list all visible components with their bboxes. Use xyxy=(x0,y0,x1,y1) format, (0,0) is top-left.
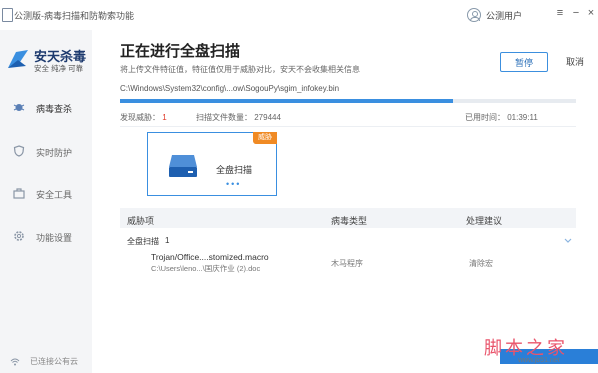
wifi-icon xyxy=(10,358,20,365)
group-count: 1 xyxy=(165,236,170,245)
files-scanned: 扫描文件数量： 279444 xyxy=(196,112,281,123)
close-icon[interactable]: × xyxy=(584,6,598,20)
cancel-button[interactable]: 取消 xyxy=(560,52,590,72)
page-title: 正在进行全盘扫描 xyxy=(120,43,241,60)
column-header-virus-type: 病毒类型 xyxy=(331,216,368,226)
sidebar-item-settings[interactable]: 功能设置 xyxy=(0,225,92,249)
user-account[interactable]: 公测用户 xyxy=(467,6,522,24)
group-label: 全盘扫描 xyxy=(127,237,159,246)
column-header-action: 处理建议 xyxy=(466,216,503,226)
threat-table-header: 威胁项 病毒类型 处理建议 xyxy=(120,208,576,228)
sidebar-item-security-tools[interactable]: 安全工具 xyxy=(0,182,92,206)
scan-progress-fill xyxy=(120,99,453,103)
divider xyxy=(120,126,576,127)
brand-logo: 安天杀毒 安全 纯净 可靠 xyxy=(6,44,92,80)
logo-icon xyxy=(8,50,28,68)
sidebar-item-label: 功能设置 xyxy=(36,233,73,243)
chevron-down-icon[interactable] xyxy=(564,238,572,244)
cloud-status-text: 已连接公有云 xyxy=(30,357,78,366)
bug-icon xyxy=(13,104,25,111)
toolbox-icon xyxy=(13,188,25,199)
files-label: 扫描文件数量： xyxy=(196,113,252,122)
user-label: 公测用户 xyxy=(486,10,523,21)
hard-disk-icon xyxy=(169,155,197,177)
elapsed-label: 已用时间： xyxy=(465,113,505,122)
gear-icon xyxy=(14,231,24,241)
scan-notice: 将上传文件特征值，特征值仅用于威胁对比，安天不会收集相关信息 xyxy=(120,65,360,74)
threat-file-path: C:\Users\leno...\国庆作业 (2).doc xyxy=(151,264,261,273)
menu-icon[interactable]: ≡ xyxy=(553,6,567,20)
threats-count: 1 xyxy=(162,113,167,122)
current-file-path: C:\Windows\System32\config\...ow\SogouPy… xyxy=(120,84,340,93)
full-scan-card[interactable]: 威胁 全盘扫描 ••• xyxy=(147,132,277,196)
sidebar-item-realtime-protection[interactable]: 实时防护 xyxy=(0,140,92,164)
threats-label: 发现威胁： xyxy=(120,113,160,122)
scan-progress-bar xyxy=(120,99,576,103)
title-bar: 公测版-病毒扫描和防勒索功能 公测用户 ≡ − × xyxy=(0,0,598,30)
scanning-indicator: ••• xyxy=(226,179,242,189)
table-row[interactable]: Trojan/Office....stomized.macro C:\Users… xyxy=(120,252,576,278)
minimize-icon[interactable]: − xyxy=(569,6,583,20)
sidebar: 安天杀毒 安全 纯净 可靠 病毒查杀 实时防护 安全工具 功能设置 xyxy=(0,30,92,373)
user-icon xyxy=(467,8,481,22)
threat-type: 木马程序 xyxy=(331,259,363,268)
elapsed-value: 01:39:11 xyxy=(507,113,538,122)
window-title: 公测版-病毒扫描和防勒索功能 xyxy=(14,11,134,21)
threats-found: 发现威胁： 1 xyxy=(120,112,167,123)
main-panel: 正在进行全盘扫描 将上传文件特征值，特征值仅用于威胁对比，安天不会收集相关信息 … xyxy=(92,30,598,373)
threat-name: Trojan/Office....stomized.macro xyxy=(151,252,269,262)
sidebar-item-label: 病毒查杀 xyxy=(36,104,73,114)
threat-badge: 威胁 xyxy=(253,132,277,144)
pause-button[interactable]: 暂停 xyxy=(500,52,548,72)
app-icon xyxy=(2,8,13,22)
threat-action: 清除宏 xyxy=(469,259,493,268)
sidebar-item-virus-scan[interactable]: 病毒查杀 xyxy=(0,96,92,120)
column-header-threat: 威胁项 xyxy=(127,216,155,226)
cloud-status: 已连接公有云 xyxy=(10,356,78,367)
threat-group-row[interactable]: 全盘扫描 1 xyxy=(120,236,576,252)
full-scan-label: 全盘扫描 xyxy=(216,165,253,175)
sidebar-item-label: 实时防护 xyxy=(36,148,73,158)
elapsed-time: 已用时间： 01:39:11 xyxy=(465,112,538,123)
sidebar-item-label: 安全工具 xyxy=(36,190,73,200)
files-count: 279444 xyxy=(254,113,281,122)
brand-slogan: 安全 纯净 可靠 xyxy=(34,64,84,73)
watermark-url: www.jb51.net xyxy=(518,357,560,364)
shield-icon xyxy=(13,145,25,157)
